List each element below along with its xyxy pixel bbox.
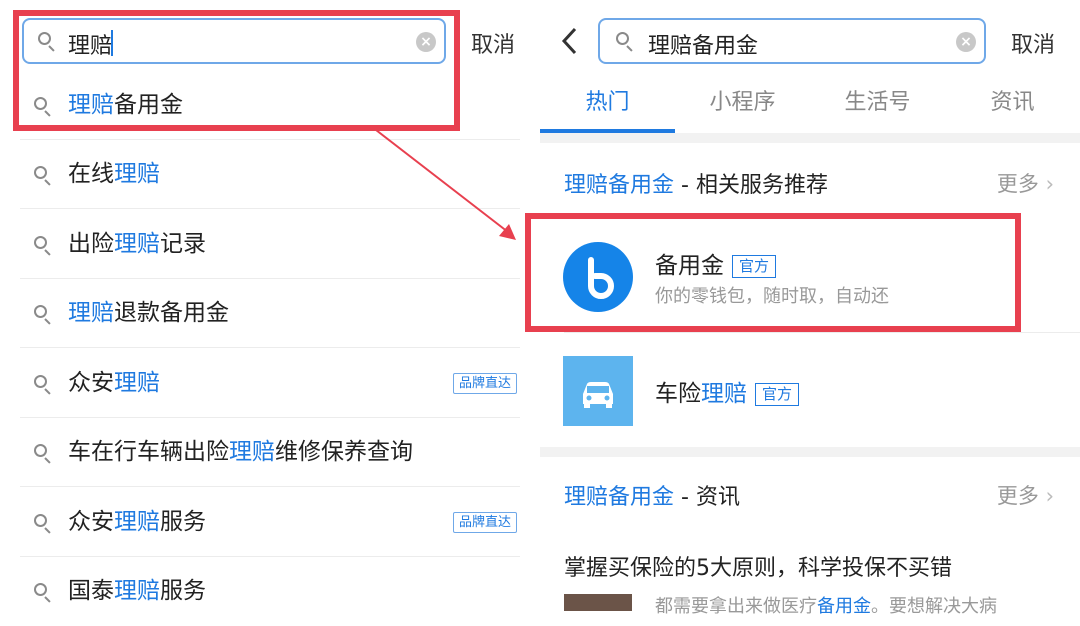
annotation-arrow — [375, 129, 516, 240]
